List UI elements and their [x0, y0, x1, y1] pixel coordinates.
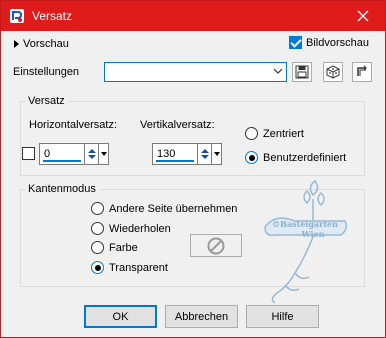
vertical-spin-arrows[interactable]: [198, 143, 212, 165]
watermark-logo: ©Bastelgarten Wien: [264, 179, 348, 304]
image-preview-checkbox[interactable]: [289, 36, 302, 49]
randomize-button[interactable]: [323, 62, 343, 82]
horizontal-spin-arrows[interactable]: [85, 143, 99, 165]
no-color-icon: [207, 237, 225, 254]
horizontal-offset-label: Horizontalversatz:: [29, 119, 118, 131]
dropdown-arrow-icon: [100, 152, 107, 156]
centered-radio-row[interactable]: Zentriert: [245, 127, 304, 140]
edge-option-repeat-label: Wiederholen: [109, 222, 171, 235]
window-title: Versatz: [32, 9, 73, 23]
settings-combo[interactable]: [104, 62, 287, 82]
watermark-line-1: ©Bastelgarten: [272, 219, 338, 229]
vertical-offset-spinner[interactable]: 130: [152, 143, 222, 165]
image-preview-label: Bildvorschau: [306, 36, 369, 49]
edge-option-wrap-row[interactable]: Andere Seite übernehmen: [91, 202, 237, 215]
vertical-offset-slider-bar: [156, 160, 194, 162]
close-button[interactable]: [340, 1, 385, 31]
edge-option-wrap-radio[interactable]: [91, 202, 104, 215]
edge-option-repeat-row[interactable]: Wiederholen: [91, 222, 171, 235]
horizontal-offset-input[interactable]: 0: [39, 143, 85, 165]
vertical-dropdown-button[interactable]: [212, 143, 222, 165]
edge-option-color-label: Farbe: [109, 241, 138, 254]
save-preset-button[interactable]: [292, 62, 312, 82]
edge-option-wrap-label: Andere Seite übernehmen: [109, 202, 238, 215]
preview-toggle-label: Vorschau: [23, 38, 69, 50]
title-bar[interactable]: Versatz: [1, 1, 385, 31]
offset-group-title: Versatz: [25, 95, 68, 107]
psp-app-icon: [10, 9, 24, 23]
custom-label: Benutzerdefiniert: [263, 151, 347, 164]
vertical-offset-input[interactable]: 130: [152, 143, 198, 165]
edge-option-color-row[interactable]: Farbe: [91, 241, 138, 254]
centered-label: Zentriert: [263, 127, 304, 140]
cancel-button[interactable]: Abbrechen: [165, 305, 238, 328]
reset-icon: [357, 65, 367, 76]
image-preview-checkbox-row[interactable]: Bildvorschau: [289, 36, 369, 49]
randomize-dice-icon: [326, 65, 340, 79]
horizontal-offset-value: 0: [44, 148, 51, 160]
edge-mode-group-title: Kantenmodus: [25, 183, 99, 195]
spin-up-icon[interactable]: [200, 149, 209, 153]
chevron-down-icon: [273, 68, 283, 74]
edge-color-swatch[interactable]: [190, 234, 242, 257]
edge-option-transparent-label: Transparent: [109, 261, 168, 274]
dialog-window: Versatz Vorschau Bildvorschau Einstellun…: [0, 0, 386, 338]
spin-down-icon[interactable]: [87, 155, 96, 159]
save-preset-icon: [295, 65, 309, 79]
watermark-line-2: Wien: [301, 229, 325, 239]
close-icon: [357, 10, 368, 22]
edge-option-transparent-radio[interactable]: [91, 261, 104, 274]
dropdown-arrow-icon: [213, 152, 220, 156]
vertical-offset-label: Vertikalversatz:: [140, 119, 215, 131]
horizontal-dropdown-button[interactable]: [99, 143, 109, 165]
centered-radio[interactable]: [245, 127, 258, 140]
settings-label: Einstellungen: [13, 66, 80, 78]
ok-button[interactable]: OK: [84, 305, 157, 328]
vertical-offset-value: 130: [157, 148, 176, 160]
spin-up-icon[interactable]: [87, 149, 96, 153]
help-button[interactable]: Hilfe: [246, 305, 319, 328]
custom-radio[interactable]: [245, 151, 258, 164]
expand-triangle-icon: [14, 40, 19, 48]
horizontal-offset-spinner[interactable]: 0: [39, 143, 109, 165]
link-offset-checkbox[interactable]: [22, 147, 35, 160]
preview-toggle[interactable]: Vorschau: [14, 38, 69, 50]
horizontal-offset-slider-bar: [43, 160, 81, 162]
edge-option-repeat-radio[interactable]: [91, 222, 104, 235]
edge-option-color-radio[interactable]: [91, 241, 104, 254]
custom-radio-row[interactable]: Benutzerdefiniert: [245, 151, 346, 164]
edge-option-transparent-row[interactable]: Transparent: [91, 261, 168, 274]
reset-button[interactable]: [352, 62, 372, 82]
spin-down-icon[interactable]: [200, 155, 209, 159]
